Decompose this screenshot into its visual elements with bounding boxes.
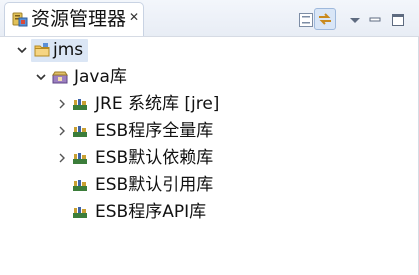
tree-row-library[interactable]: ESB程序全量库 (0, 118, 419, 145)
library-icon (73, 126, 87, 137)
link-with-editor-button[interactable] (314, 8, 336, 30)
package-explorer-view: 资源管理器 ✕ jms Java库 JRE 系统库 [jre] ESB程序全量库… (0, 0, 419, 275)
library-label: ESB程序全量库 (95, 121, 214, 141)
library-icon (73, 153, 87, 164)
package-explorer-icon (12, 12, 28, 27)
library-label: ESB程序API库 (95, 202, 207, 222)
tree-row-library[interactable]: ESB默认引用库 (0, 172, 419, 199)
library-label: JRE 系统库 [jre] (95, 94, 220, 114)
close-icon[interactable]: ✕ (128, 11, 140, 23)
collapse-all-icon[interactable] (297, 11, 315, 29)
view-menu-icon[interactable] (346, 11, 364, 29)
library-label: ESB默认依赖库 (95, 148, 214, 168)
tab-package-explorer[interactable]: 资源管理器 ✕ (4, 2, 144, 36)
tab-title: 资源管理器 (31, 8, 127, 30)
tree-row-library[interactable]: JRE 系统库 [jre] (0, 91, 419, 118)
tree-row-library[interactable]: ESB默认依赖库 (0, 145, 419, 172)
library-icon (73, 207, 87, 218)
library-icon (73, 99, 87, 110)
chevron-right-icon[interactable] (56, 152, 68, 164)
library-label: ESB默认引用库 (95, 175, 214, 195)
library-container-icon (52, 71, 68, 84)
chevron-right-icon[interactable] (56, 125, 68, 137)
chevron-down-icon[interactable] (35, 71, 47, 83)
chevron-right-icon[interactable] (56, 98, 68, 110)
tree-row-library[interactable]: ESB程序API库 (0, 199, 419, 226)
java-library-label: Java库 (74, 67, 127, 87)
maximize-icon[interactable] (389, 11, 407, 29)
view-header: 资源管理器 ✕ (0, 0, 419, 37)
tree-row-java-library[interactable]: Java库 (0, 64, 419, 91)
project-label: jms (53, 40, 84, 60)
tree-row-project[interactable]: jms (0, 37, 419, 64)
library-icon (73, 180, 87, 191)
minimize-icon[interactable] (366, 11, 384, 29)
chevron-down-icon[interactable] (16, 44, 28, 56)
link-with-editor-icon (319, 13, 331, 25)
project-folder-icon (34, 43, 50, 57)
